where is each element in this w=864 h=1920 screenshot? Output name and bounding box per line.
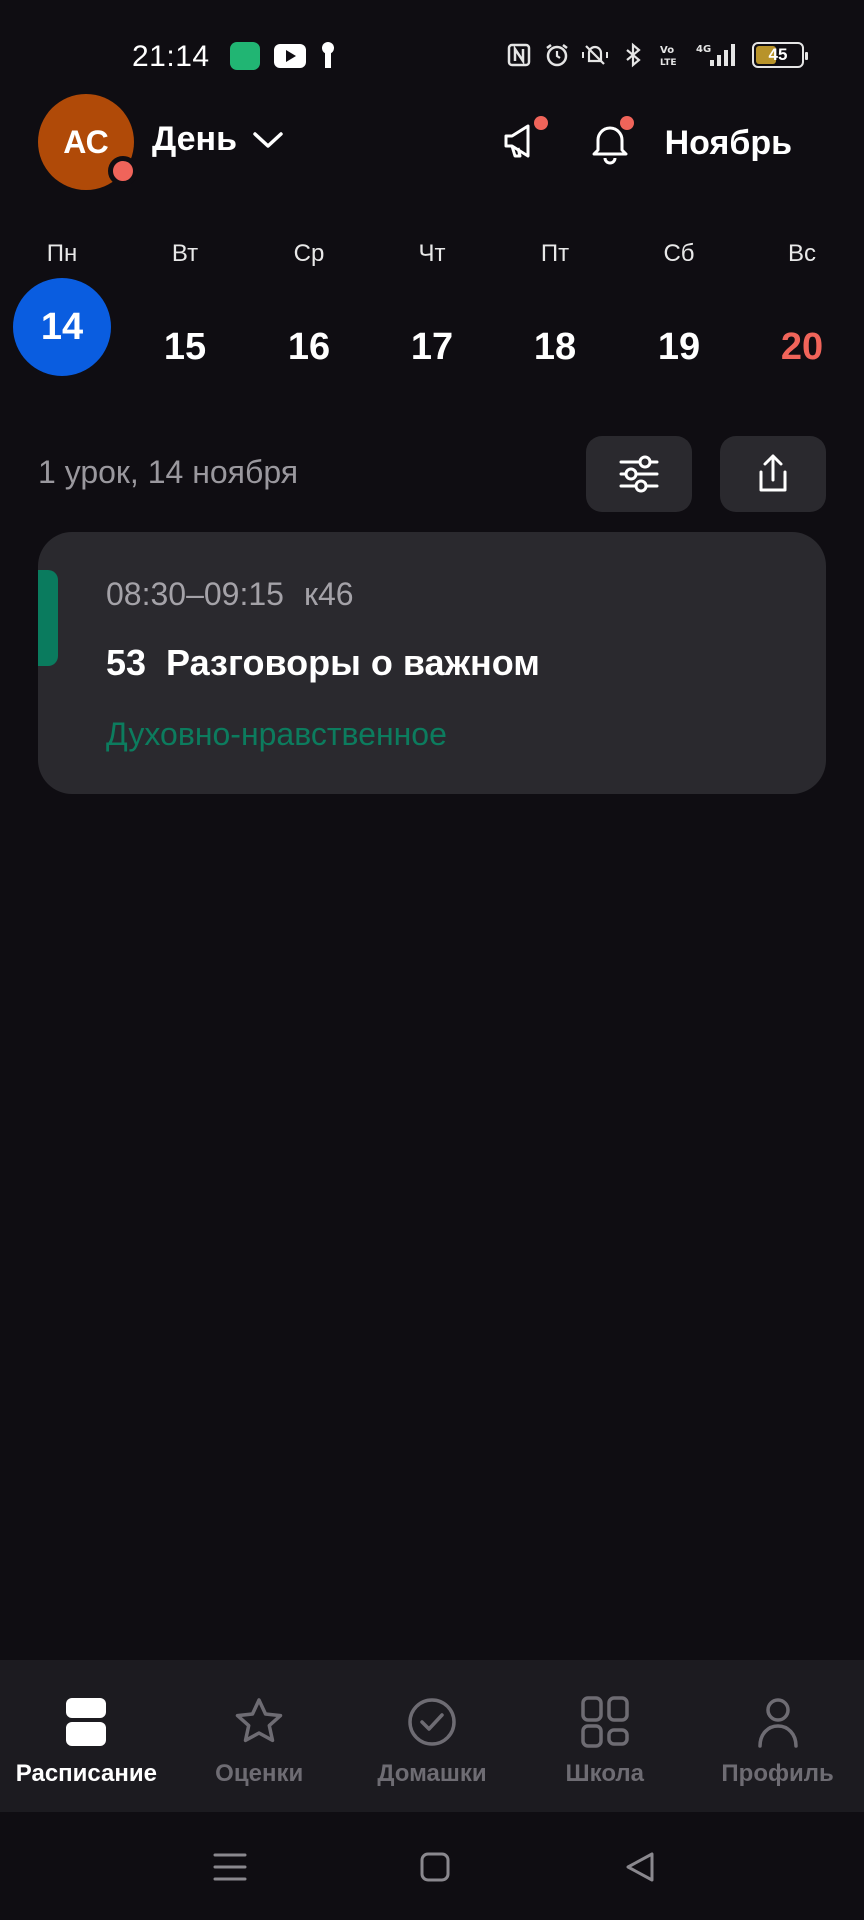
lesson-number: 53 <box>106 642 147 683</box>
lesson-time: 08:30–09:15 <box>106 576 284 612</box>
star-icon <box>235 1698 283 1743</box>
week-day-date: 19 <box>657 325 701 368</box>
battery-indicator: 45 <box>752 42 808 68</box>
avatar-notification-dot <box>108 156 138 186</box>
nav-label: Оценки <box>215 1760 304 1787</box>
battery-level: 45 <box>768 45 788 64</box>
home-square-icon <box>420 1852 450 1882</box>
svg-text:Vo: Vo <box>660 45 674 56</box>
lesson-card[interactable]: 08:30–09:15 к46 53 Разговоры о важном Духо… <box>38 532 826 794</box>
nav-label: Домашки <box>377 1760 487 1787</box>
chevron-down-icon <box>253 131 283 148</box>
lesson-category: Духовно-нравственное <box>106 716 447 752</box>
day-summary-row: 1 урок, 14 ноября <box>0 434 864 514</box>
check-circle-icon <box>408 1698 456 1746</box>
volte-icon: Vo LTE <box>660 45 677 68</box>
chat-app-icon <box>230 42 260 70</box>
week-day-name: Вт <box>171 240 199 267</box>
youtube-icon <box>274 44 306 68</box>
week-day-date: 18 <box>533 325 577 368</box>
week-day-mon[interactable]: Пн 14 <box>12 240 112 376</box>
week-day-date: 17 <box>410 325 454 368</box>
week-day-name: Чт <box>418 240 446 267</box>
day-summary-text: 1 урок, 14 ноября <box>38 454 299 490</box>
week-day-thu[interactable]: Чт 17 <box>382 240 482 396</box>
keyhole-icon <box>320 42 336 70</box>
filter-button[interactable] <box>586 436 692 512</box>
week-day-date-selected: 14 <box>13 278 111 376</box>
status-time: 21:14 <box>132 40 210 73</box>
week-day-name: Ср <box>293 240 325 267</box>
nav-item-profile[interactable]: Профиль <box>691 1660 864 1812</box>
nav-item-schedule[interactable]: Расписание <box>0 1660 173 1812</box>
announcements-button[interactable] <box>498 116 550 168</box>
week-day-name: Вс <box>787 240 816 267</box>
nav-item-school[interactable]: Школа <box>518 1660 691 1812</box>
week-day-fri[interactable]: Пт 18 <box>505 240 605 396</box>
week-day-name: Сб <box>663 240 695 267</box>
week-day-wed[interactable]: Ср 16 <box>259 240 359 396</box>
nfc-icon <box>507 43 531 67</box>
bluetooth-icon <box>626 42 641 68</box>
lesson-subject: Разговоры о важном <box>166 642 540 683</box>
schedule-icon <box>66 1698 107 1746</box>
lesson-accent-bar <box>38 570 58 666</box>
system-navigation-bar <box>0 1812 864 1920</box>
menu-icon <box>213 1853 247 1881</box>
week-day-sun[interactable]: Вс 20 <box>752 240 852 396</box>
vibrate-icon <box>582 45 608 65</box>
svg-text:LTE: LTE <box>660 58 677 68</box>
nav-label: Школа <box>565 1760 645 1787</box>
share-icon <box>759 454 787 492</box>
person-icon <box>757 1698 798 1748</box>
week-day-name: Пн <box>46 240 78 267</box>
back-triangle-icon <box>626 1852 654 1882</box>
nav-item-grades[interactable]: Оценки <box>173 1660 346 1812</box>
bottom-navigation: Расписание Оценки Домашки Школа Профиль <box>0 1660 864 1812</box>
filter-sliders-icon <box>619 455 659 493</box>
nav-label: Профиль <box>721 1760 834 1787</box>
lesson-title-row: 53 Разговоры о важном <box>106 642 540 684</box>
announcements-badge <box>534 116 548 130</box>
app-header: АС День Ноябрь <box>0 94 864 194</box>
alarm-icon <box>546 44 568 67</box>
week-day-name: Пт <box>540 240 570 267</box>
notifications-badge <box>620 116 634 130</box>
week-day-date-weekend: 20 <box>780 325 824 368</box>
month-selector[interactable]: Ноябрь <box>665 124 792 163</box>
view-mode-label: День <box>152 120 237 158</box>
notifications-button[interactable] <box>584 116 636 168</box>
view-mode-dropdown[interactable]: День <box>152 120 285 159</box>
nav-item-homework[interactable]: Домашки <box>346 1660 519 1812</box>
back-button[interactable] <box>616 1842 666 1892</box>
app-screen: 21:14 Vo LTE 4G 45 АС День Ноябрь Пн 14 … <box>0 0 864 1920</box>
signal-4g-icon: 4G <box>696 44 735 66</box>
home-button[interactable] <box>410 1842 460 1892</box>
nav-label: Расписание <box>15 1760 158 1787</box>
week-day-sat[interactable]: Сб 19 <box>629 240 729 396</box>
week-day-tue[interactable]: Вт 15 <box>135 240 235 396</box>
recent-apps-button[interactable] <box>205 1842 255 1892</box>
avatar-initials: АС <box>63 123 109 160</box>
lesson-time-row: 08:30–09:15 к46 <box>106 576 354 613</box>
notification-icons <box>230 42 336 70</box>
week-day-date: 16 <box>287 325 331 368</box>
week-day-date: 15 <box>163 325 207 368</box>
grid-icon <box>581 1696 629 1748</box>
svg-text:4G: 4G <box>696 44 711 55</box>
lesson-room: к46 <box>303 576 354 612</box>
share-button[interactable] <box>720 436 826 512</box>
system-status-icons: Vo LTE 4G 45 <box>506 42 808 68</box>
